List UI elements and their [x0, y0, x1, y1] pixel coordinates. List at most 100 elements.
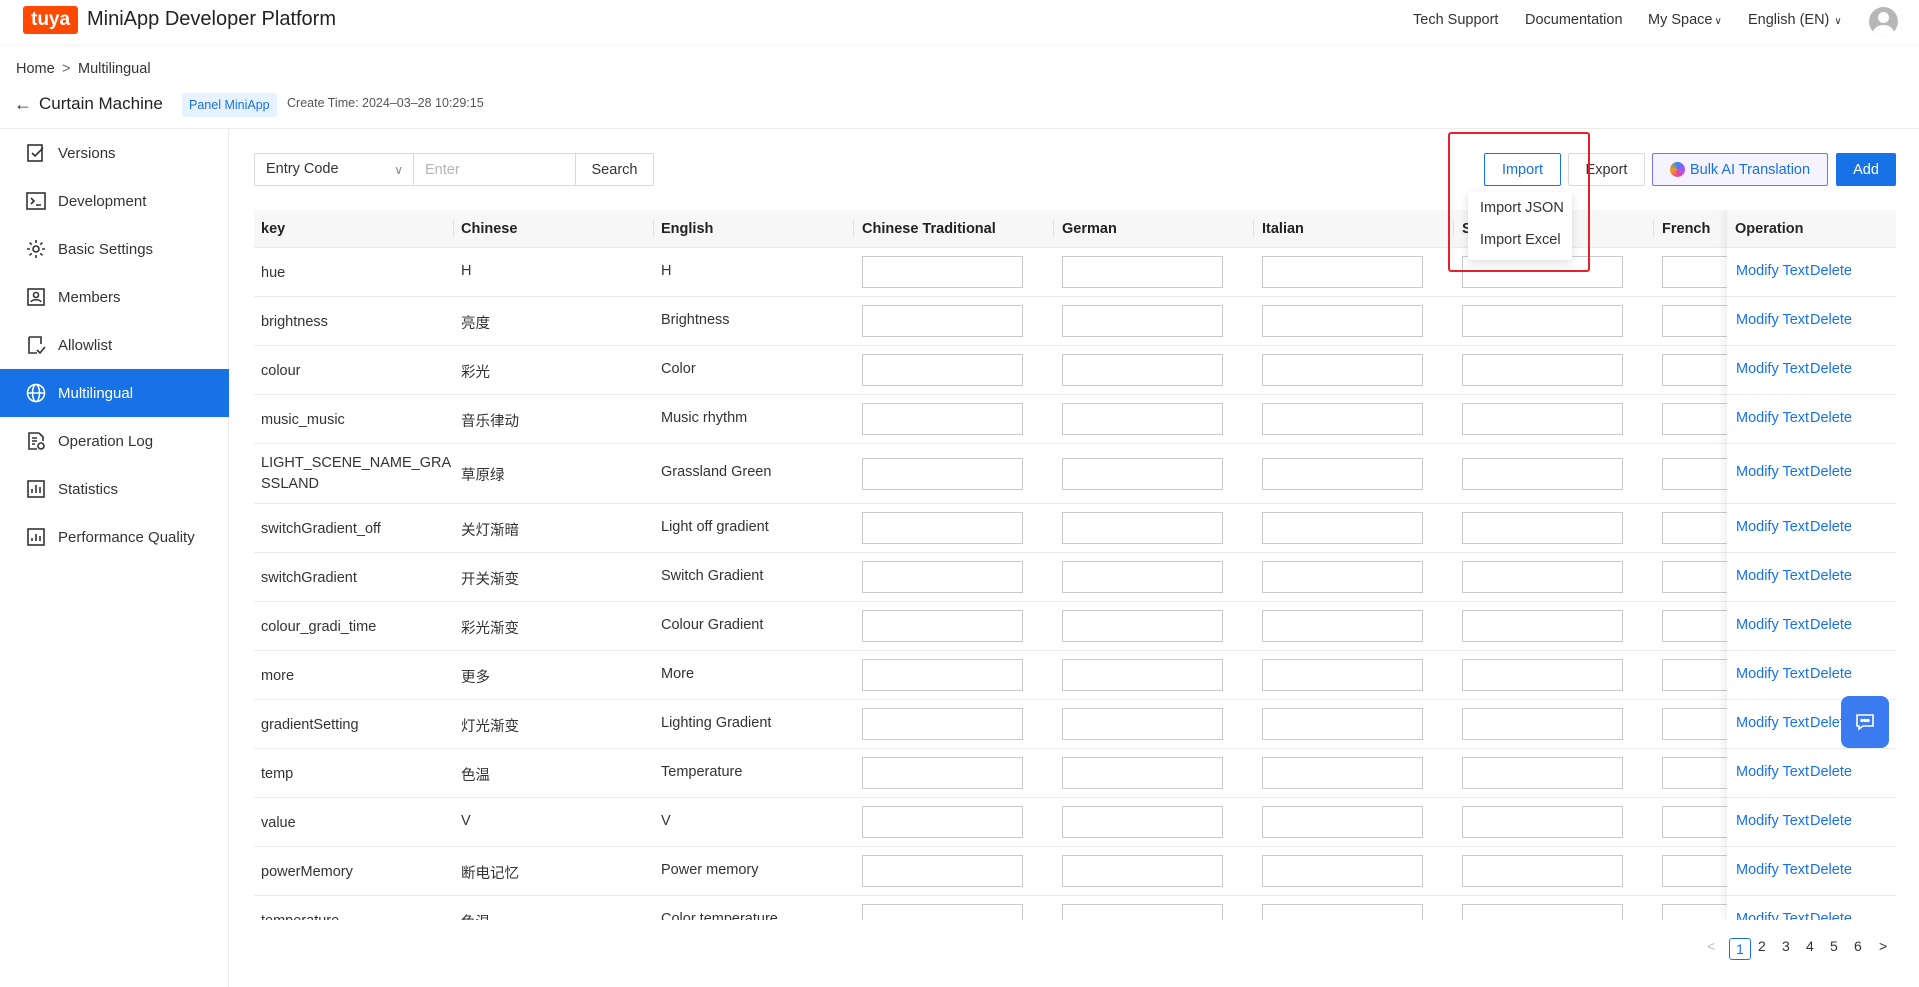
pagination-next[interactable]: > [1879, 938, 1887, 954]
translation-input[interactable] [1462, 354, 1623, 386]
translation-input[interactable] [1262, 757, 1423, 789]
delete-link[interactable]: Delete [1810, 519, 1852, 535]
translation-input[interactable] [1062, 354, 1223, 386]
delete-link[interactable]: Delete [1810, 862, 1852, 878]
modify-text-link[interactable]: Modify Text [1736, 568, 1809, 584]
my-space-menu[interactable]: My Space ∨ [1648, 12, 1722, 28]
chat-support-button[interactable] [1841, 696, 1889, 748]
language-menu[interactable]: English (EN) ∨ [1748, 12, 1842, 28]
translation-input[interactable] [1462, 904, 1623, 920]
translation-input[interactable] [1062, 904, 1223, 920]
translation-input[interactable] [1262, 354, 1423, 386]
sidebar-item-versions[interactable]: Versions [0, 129, 229, 177]
sidebar-item-members[interactable]: Members [0, 273, 229, 321]
translation-input[interactable] [1062, 806, 1223, 838]
delete-link[interactable]: Delete [1810, 911, 1852, 920]
translation-input[interactable] [1462, 659, 1623, 691]
sidebar-item-multilingual[interactable]: Multilingual [0, 369, 229, 417]
search-input[interactable] [413, 153, 576, 186]
translation-input[interactable] [1462, 512, 1623, 544]
documentation-link[interactable]: Documentation [1525, 12, 1623, 28]
sidebar-item-operation-log[interactable]: Operation Log [0, 417, 229, 465]
entry-code-select[interactable]: Entry Code ∨ [254, 153, 414, 186]
delete-link[interactable]: Delete [1810, 813, 1852, 829]
translation-input[interactable] [1462, 305, 1623, 337]
translation-input[interactable] [862, 708, 1023, 740]
translation-input[interactable] [862, 659, 1023, 691]
modify-text-link[interactable]: Modify Text [1736, 764, 1809, 780]
translation-input[interactable] [1062, 561, 1223, 593]
translation-input[interactable] [1262, 610, 1423, 642]
translation-input[interactable] [862, 354, 1023, 386]
translation-input[interactable] [862, 855, 1023, 887]
translation-input[interactable] [1262, 904, 1423, 920]
modify-text-link[interactable]: Modify Text [1736, 519, 1809, 535]
breadcrumb-home[interactable]: Home [16, 61, 55, 77]
translation-input[interactable] [1062, 305, 1223, 337]
modify-text-link[interactable]: Modify Text [1736, 813, 1809, 829]
translation-input[interactable] [862, 512, 1023, 544]
translation-input[interactable] [1062, 256, 1223, 288]
delete-link[interactable]: Delete [1810, 666, 1852, 682]
translation-input[interactable] [1462, 458, 1623, 490]
translation-input[interactable] [1062, 403, 1223, 435]
translation-input[interactable] [862, 806, 1023, 838]
delete-link[interactable]: Delete [1810, 617, 1852, 633]
tech-support-link[interactable]: Tech Support [1413, 12, 1498, 28]
sidebar-item-performance-quality[interactable]: Performance Quality [0, 513, 229, 561]
modify-text-link[interactable]: Modify Text [1736, 666, 1809, 682]
sidebar-item-statistics[interactable]: Statistics [0, 465, 229, 513]
tuya-logo[interactable]: tuya [23, 6, 79, 34]
modify-text-link[interactable]: Modify Text [1736, 911, 1809, 920]
bulk-ai-translation-button[interactable]: Bulk AI Translation [1652, 153, 1828, 186]
translation-input[interactable] [1262, 561, 1423, 593]
delete-link[interactable]: Delete [1810, 263, 1852, 279]
translation-input[interactable] [862, 561, 1023, 593]
translation-input[interactable] [1062, 659, 1223, 691]
sidebar-item-basic-settings[interactable]: Basic Settings [0, 225, 229, 273]
translation-input[interactable] [862, 757, 1023, 789]
translation-input[interactable] [1062, 458, 1223, 490]
translation-input[interactable] [1262, 708, 1423, 740]
delete-link[interactable]: Delete [1810, 764, 1852, 780]
pagination-page[interactable]: 5 [1830, 938, 1838, 954]
back-arrow-icon[interactable]: ← [14, 94, 32, 115]
translation-input[interactable] [1262, 659, 1423, 691]
delete-link[interactable]: Delete [1810, 464, 1852, 480]
pagination-page-current[interactable]: 1 [1729, 938, 1751, 960]
modify-text-link[interactable]: Modify Text [1736, 263, 1809, 279]
translation-input[interactable] [862, 256, 1023, 288]
translation-input[interactable] [1462, 806, 1623, 838]
pagination-page[interactable]: 6 [1854, 938, 1862, 954]
translation-input[interactable] [1462, 708, 1623, 740]
modify-text-link[interactable]: Modify Text [1736, 312, 1809, 328]
pagination-page[interactable]: 3 [1782, 938, 1790, 954]
translation-input[interactable] [1262, 256, 1423, 288]
translation-input[interactable] [862, 458, 1023, 490]
add-button[interactable]: Add [1836, 153, 1896, 186]
translation-input[interactable] [1062, 855, 1223, 887]
translation-input[interactable] [1062, 512, 1223, 544]
translation-input[interactable] [1262, 305, 1423, 337]
translation-input[interactable] [862, 305, 1023, 337]
translation-input[interactable] [1262, 806, 1423, 838]
pagination-page[interactable]: 2 [1758, 938, 1766, 954]
delete-link[interactable]: Delete [1810, 568, 1852, 584]
search-button[interactable]: Search [575, 153, 654, 186]
modify-text-link[interactable]: Modify Text [1736, 715, 1809, 731]
translation-input[interactable] [862, 403, 1023, 435]
translation-input[interactable] [1462, 561, 1623, 593]
delete-link[interactable]: Delete [1810, 361, 1852, 377]
translation-input[interactable] [1262, 403, 1423, 435]
sidebar-item-allowlist[interactable]: Allowlist [0, 321, 229, 369]
translation-input[interactable] [862, 610, 1023, 642]
user-avatar[interactable] [1869, 7, 1898, 36]
modify-text-link[interactable]: Modify Text [1736, 464, 1809, 480]
pagination-page[interactable]: 4 [1806, 938, 1814, 954]
translation-input[interactable] [1462, 757, 1623, 789]
modify-text-link[interactable]: Modify Text [1736, 410, 1809, 426]
pagination-prev[interactable]: < [1707, 938, 1715, 954]
translation-input[interactable] [1262, 855, 1423, 887]
translation-input[interactable] [1462, 855, 1623, 887]
delete-link[interactable]: Delete [1810, 410, 1852, 426]
